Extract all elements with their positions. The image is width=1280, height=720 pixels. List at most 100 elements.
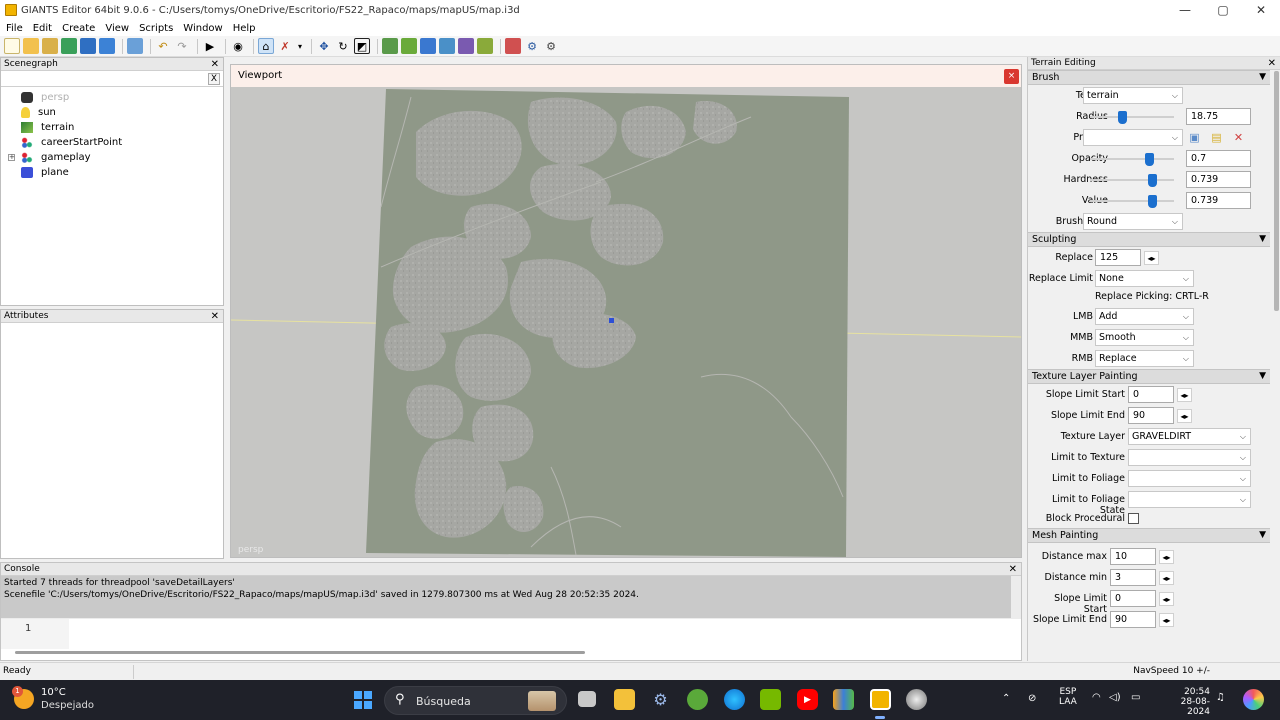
clock[interactable]: 20:54 28-08-2024	[1160, 687, 1210, 717]
undo-history-icon[interactable]	[127, 38, 143, 54]
edge-browser-icon[interactable]	[724, 689, 745, 710]
eye-icon[interactable]: ◉	[230, 38, 246, 54]
undo-icon[interactable]: ↶	[155, 38, 171, 54]
radius-slider[interactable]	[1090, 116, 1174, 118]
pick-mode-dropdown-icon[interactable]: ▾	[296, 38, 304, 54]
save-preset-icon[interactable]: ▣	[1186, 130, 1203, 146]
tree-item-terrain[interactable]: terrain	[1, 120, 223, 135]
save-as-icon[interactable]	[99, 38, 115, 54]
settings-icon[interactable]: ⚙	[650, 689, 671, 710]
wifi-icon[interactable]: ◠	[1092, 692, 1101, 703]
brush-type-select[interactable]: Round ⌵	[1083, 213, 1183, 230]
value-slider[interactable]	[1090, 200, 1174, 202]
weather-widget[interactable]: 1 10°C Despejado	[12, 686, 94, 712]
mesh-slope-limit-end-input[interactable]: 90	[1110, 611, 1156, 628]
scenegraph-search-input[interactable]: X	[1, 71, 223, 87]
viewport-3d-view[interactable]: persp	[231, 87, 1021, 557]
hardness-slider[interactable]	[1090, 179, 1174, 181]
console-script-input[interactable]: 1	[1, 619, 1021, 660]
search-clear-button[interactable]: X	[208, 73, 220, 85]
rotate-icon[interactable]: ↻	[335, 38, 351, 54]
close-window-button[interactable]: ✕	[1242, 0, 1280, 20]
limit-to-foliage-state-select[interactable]: ⌵	[1128, 491, 1251, 508]
terrain-select[interactable]: terrain ⌵	[1083, 87, 1183, 104]
presets-select[interactable]: ⌵	[1083, 129, 1183, 146]
replace-limit-select[interactable]: None ⌵	[1095, 270, 1194, 287]
mesh-slope-limit-end-spinner[interactable]: ◂▸	[1159, 613, 1174, 627]
tree-item-plane[interactable]: plane	[1, 165, 223, 180]
limit-to-texture-select[interactable]: ⌵	[1128, 449, 1251, 466]
slope-limit-start-input[interactable]: 0	[1128, 386, 1174, 403]
terrain-sculpt-icon[interactable]	[382, 38, 398, 54]
console-horizontal-scrollbar[interactable]	[15, 651, 585, 654]
opacity-slider-handle[interactable]	[1144, 153, 1154, 166]
settings-gear-icon[interactable]: ⚙	[524, 38, 540, 54]
open-folder-icon[interactable]	[23, 38, 39, 54]
steam-icon[interactable]	[906, 689, 927, 710]
giants-editor-taskbar-icon[interactable]	[870, 689, 891, 710]
terrain-paint-icon[interactable]	[401, 38, 417, 54]
section-sculpting[interactable]: Sculpting ▼	[1028, 232, 1270, 247]
slope-limit-start-spinner[interactable]: ◂▸	[1177, 388, 1192, 402]
collapse-arrow-icon[interactable]: ▼	[1259, 71, 1266, 84]
volume-icon[interactable]: ◁)	[1109, 692, 1121, 703]
limit-to-foliage-select[interactable]: ⌵	[1128, 470, 1251, 487]
viewport-close-button[interactable]: ×	[1004, 69, 1019, 84]
app-green-icon[interactable]	[687, 689, 708, 710]
redo-icon[interactable]: ↷	[174, 38, 190, 54]
value-slider-handle[interactable]	[1148, 195, 1158, 208]
save-icon[interactable]	[80, 38, 96, 54]
youtube-icon[interactable]: ▶	[797, 689, 818, 710]
expand-toggle[interactable]: +	[8, 154, 15, 161]
tree-item-careerstartpoint[interactable]: careerStartPoint	[1, 135, 223, 150]
collapse-arrow-icon[interactable]: ▼	[1259, 529, 1266, 542]
menu-scripts[interactable]: Scripts	[139, 23, 173, 34]
menu-file[interactable]: File	[6, 23, 23, 34]
taskbar-search[interactable]: ⚲ Búsqueda	[384, 686, 567, 715]
distance-max-input[interactable]: 10	[1110, 548, 1156, 565]
menu-create[interactable]: Create	[62, 23, 95, 34]
section-texture-layer-painting[interactable]: Texture Layer Painting ▼	[1028, 369, 1270, 384]
move-icon[interactable]: ✥	[316, 38, 332, 54]
plugin-gear-icon[interactable]: ⚙	[543, 38, 559, 54]
replace-spinner[interactable]: ◂▸	[1144, 251, 1159, 265]
play-icon[interactable]: ▶	[202, 38, 218, 54]
radius-slider-handle[interactable]	[1117, 111, 1127, 124]
opacity-input[interactable]: 0.7	[1186, 150, 1251, 167]
mmb-select[interactable]: Smooth ⌵	[1095, 329, 1194, 346]
menu-edit[interactable]: Edit	[33, 23, 52, 34]
copilot-icon[interactable]	[1243, 689, 1264, 710]
lmb-select[interactable]: Add ⌵	[1095, 308, 1194, 325]
console-close-icon[interactable]: ✕	[1009, 563, 1017, 576]
tree-item-sun[interactable]: sun	[1, 105, 223, 120]
bluetooth-off-icon[interactable]: ⊘	[1028, 693, 1036, 704]
block-procedural-checkbox[interactable]	[1128, 513, 1139, 524]
attributes-close-icon[interactable]: ✕	[211, 310, 219, 323]
rmb-select[interactable]: Replace ⌵	[1095, 350, 1194, 367]
slope-limit-end-input[interactable]: 90	[1128, 407, 1174, 424]
new-file-icon[interactable]	[4, 38, 20, 54]
value-input[interactable]: 0.739	[1186, 192, 1251, 209]
file-explorer-icon[interactable]	[614, 689, 635, 710]
scale-icon[interactable]: ◩	[354, 38, 370, 54]
menu-window[interactable]: Window	[183, 23, 222, 34]
slope-limit-end-spinner[interactable]: ◂▸	[1177, 409, 1192, 423]
maximize-button[interactable]: ▢	[1204, 0, 1242, 20]
delete-preset-icon[interactable]: ✕	[1230, 130, 1247, 146]
hardness-slider-handle[interactable]	[1148, 174, 1158, 187]
collapse-arrow-icon[interactable]: ▼	[1259, 233, 1266, 246]
windows-start-icon[interactable]	[352, 689, 373, 710]
reload-icon[interactable]	[61, 38, 77, 54]
winrar-icon[interactable]	[833, 689, 854, 710]
hardness-input[interactable]: 0.739	[1186, 171, 1251, 188]
tree-icon[interactable]	[477, 38, 493, 54]
terrain-brush-icon[interactable]	[439, 38, 455, 54]
battery-icon[interactable]: ▭	[1131, 692, 1140, 703]
replace-input[interactable]: 125	[1095, 249, 1141, 266]
terrain-info-icon[interactable]	[458, 38, 474, 54]
radius-input[interactable]: 18.75	[1186, 108, 1251, 125]
section-mesh-painting[interactable]: Mesh Painting ▼	[1028, 528, 1270, 543]
select-mode-icon[interactable]: ⌂	[258, 38, 274, 54]
foliage-paint-icon[interactable]	[420, 38, 436, 54]
chevron-up-icon[interactable]: ⌃	[1002, 693, 1010, 704]
